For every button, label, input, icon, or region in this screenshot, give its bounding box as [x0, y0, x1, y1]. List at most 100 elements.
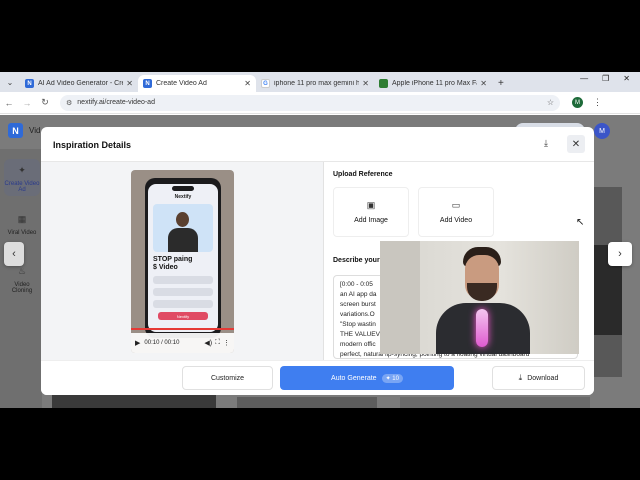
- video-controls: ▶ 00:10 / 00:10 ◀) ⛶ ⋮: [131, 333, 234, 353]
- add-video-button[interactable]: ▭ Add Video: [418, 187, 494, 237]
- profile-avatar[interactable]: M: [572, 97, 583, 108]
- app-logo[interactable]: N: [8, 123, 23, 138]
- tab-ai-ad-video-generator[interactable]: N AI Ad Video Generator - Create ✕: [20, 75, 138, 92]
- background-thumb: [237, 397, 377, 408]
- phone-cta: Nextify: [158, 312, 208, 320]
- forward-icon[interactable]: →: [18, 98, 36, 108]
- site-info-icon[interactable]: ⚙: [66, 99, 72, 107]
- download-button[interactable]: ⤓ Download: [492, 366, 585, 390]
- tab-create-video-ad[interactable]: N Create Video Ad ✕: [138, 75, 256, 92]
- video-time: 00:10 / 00:10: [144, 340, 180, 346]
- phone-brand: Nextify: [174, 194, 192, 200]
- video-camera-icon: ▭: [451, 200, 461, 210]
- phone-screen: Nextify STOP paing $ Video Nextify: [148, 184, 218, 332]
- more-options-icon[interactable]: ⋮: [223, 339, 230, 347]
- nextify-favicon-icon: N: [143, 79, 152, 88]
- auto-generate-label: Auto Generate: [331, 374, 377, 382]
- tab-label: Apple iPhone 11 pro Max Facto: [392, 80, 477, 87]
- video-preview-pane: Nextify STOP paing $ Video Nextify ▶ 00:…: [41, 162, 323, 360]
- describe-label: Describe your: [333, 257, 380, 264]
- url-input[interactable]: ⚙ nextify.ai/create-video-ad ☆: [60, 94, 560, 111]
- film-icon: ▦: [17, 213, 27, 224]
- video-progress-bar[interactable]: [131, 328, 234, 330]
- add-video-label: Add Video: [439, 217, 473, 224]
- auto-generate-button[interactable]: Auto Generate ✦ 10: [280, 366, 454, 390]
- sidebar-item-label: Video Cloning: [11, 282, 33, 294]
- page-favicon-icon: [379, 79, 388, 88]
- pane-divider: [323, 162, 324, 360]
- credit-count: 10: [392, 375, 399, 382]
- back-icon[interactable]: ←: [0, 98, 18, 108]
- sidebar-item-label: Viral Video: [7, 230, 37, 236]
- user-avatar[interactable]: M: [594, 123, 610, 139]
- bookmark-star-icon[interactable]: ☆: [547, 98, 554, 107]
- close-icon[interactable]: ✕: [362, 79, 369, 88]
- phone-headline: STOP paing $ Video: [153, 256, 193, 271]
- sidebar-item-video-cloning[interactable]: ♨ Video Cloning: [4, 263, 40, 295]
- video-progress-fill: [131, 328, 234, 330]
- tab-apple-iphone[interactable]: Apple iPhone 11 pro Max Facto ✕: [374, 75, 492, 92]
- modal-title: Inspiration Details: [53, 140, 132, 150]
- webcam-door: [380, 241, 420, 354]
- new-tab-button[interactable]: +: [498, 78, 504, 89]
- tab-label: AI Ad Video Generator - Create: [38, 80, 123, 87]
- phone-list-row: [153, 276, 213, 284]
- sidebar-item-viral-video[interactable]: ▦ Viral Video: [4, 211, 40, 237]
- download-icon[interactable]: ⤓: [544, 138, 548, 149]
- phone-hero-image: [153, 204, 213, 252]
- close-icon[interactable]: ✕: [480, 79, 487, 88]
- video-player[interactable]: Nextify STOP paing $ Video Nextify ▶ 00:…: [131, 170, 234, 353]
- close-icon: ✕: [571, 138, 581, 150]
- minimize-icon[interactable]: —: [580, 74, 588, 83]
- carousel-prev-button[interactable]: ‹: [4, 242, 24, 266]
- restore-icon[interactable]: ❐: [602, 74, 609, 83]
- close-window-icon[interactable]: ✕: [623, 74, 630, 83]
- play-icon[interactable]: ▶: [135, 339, 140, 347]
- add-image-button[interactable]: ▣ Add Image: [333, 187, 409, 237]
- tab-label: iphone 11 pro max gemini help: [274, 80, 360, 87]
- letterbox-top: [0, 0, 640, 72]
- close-modal-button[interactable]: ✕: [567, 135, 585, 153]
- download-label: Download: [527, 374, 559, 382]
- nextify-favicon-icon: N: [25, 79, 34, 88]
- upload-reference-label: Upload Reference: [333, 171, 393, 178]
- phone-mockup: Nextify STOP paing $ Video Nextify: [145, 178, 221, 338]
- tab-search-icon[interactable]: ⌄: [2, 74, 18, 90]
- background-thumb: [52, 395, 216, 408]
- add-image-label: Add Image: [354, 217, 388, 224]
- letterbox-bottom: [0, 408, 640, 480]
- phone-list-row: [153, 300, 213, 308]
- presenter-head: [176, 212, 189, 227]
- fullscreen-icon[interactable]: ⛶: [215, 339, 220, 347]
- image-icon: ▣: [366, 200, 376, 210]
- address-bar: ← → ↻ ⚙ nextify.ai/create-video-ad ☆ M ⋮: [0, 92, 640, 114]
- carousel-next-button[interactable]: ›: [608, 242, 632, 266]
- url-text: nextify.ai/create-video-ad: [77, 99, 155, 106]
- webcam-overlay: [380, 241, 579, 354]
- presenter-body: [168, 228, 198, 252]
- window-controls: — ❐ ✕: [580, 74, 640, 83]
- reload-icon[interactable]: ↻: [36, 97, 54, 108]
- google-favicon-icon: G: [261, 79, 270, 88]
- tab-strip: ⌄ N AI Ad Video Generator - Create ✕ N C…: [0, 72, 640, 92]
- phone-list-row: [153, 288, 213, 296]
- browser-menu-icon[interactable]: ⋮: [593, 97, 602, 108]
- close-icon[interactable]: ✕: [126, 79, 133, 88]
- sparkle-icon: ✦: [18, 164, 26, 175]
- tab-label: Create Video Ad: [156, 80, 207, 87]
- browser-window: ⌄ N AI Ad Video Generator - Create ✕ N C…: [0, 72, 640, 408]
- credit-badge: ✦ 10: [381, 373, 403, 383]
- sidebar-item-label: Create Video Ad: [4, 181, 40, 193]
- customize-button[interactable]: Customize: [182, 366, 273, 390]
- close-icon[interactable]: ✕: [244, 79, 251, 88]
- volume-icon[interactable]: ◀): [204, 339, 212, 347]
- microphone: [476, 309, 488, 347]
- sidebar: ✦ Create Video Ad ▦ Viral Video ♨ Video …: [0, 149, 42, 408]
- sidebar-item-create-video-ad[interactable]: ✦ Create Video Ad: [4, 159, 40, 196]
- app-name: Vid: [29, 126, 41, 135]
- download-icon: ⤓: [518, 373, 523, 382]
- tab-gemini-search[interactable]: G iphone 11 pro max gemini help ✕: [256, 75, 374, 92]
- background-thumb: [400, 397, 590, 408]
- phone-notch: [172, 186, 194, 191]
- mouse-cursor-icon: ↖: [576, 217, 585, 228]
